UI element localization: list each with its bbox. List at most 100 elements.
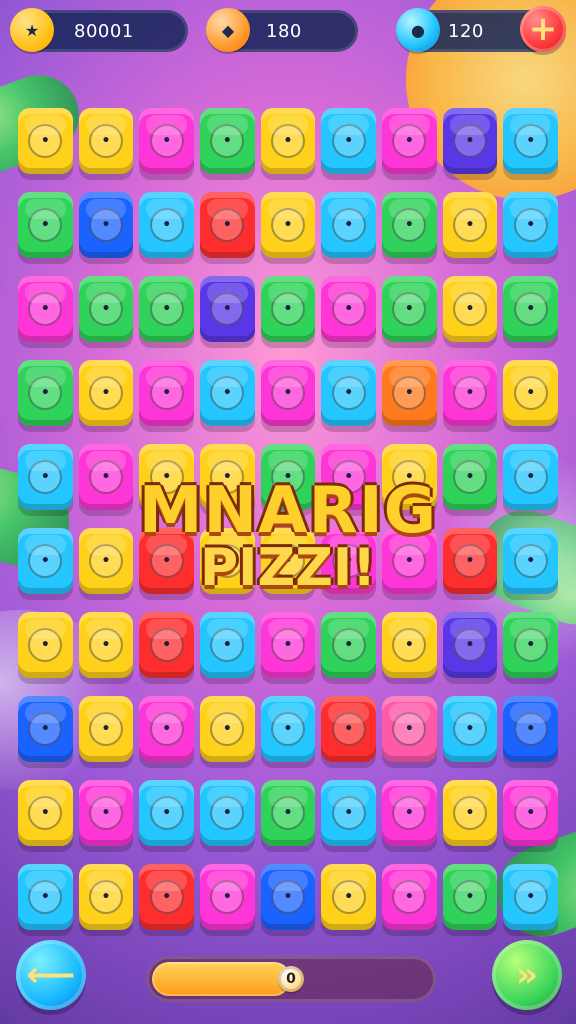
puzzle-tile[interactable]: •	[321, 108, 377, 174]
puzzle-tile[interactable]: •	[78, 444, 134, 510]
tile-face-icon: •	[513, 376, 548, 410]
puzzle-tile[interactable]: •	[18, 360, 73, 426]
puzzle-tile[interactable]: •	[18, 108, 73, 174]
puzzle-tile[interactable]: •	[200, 192, 255, 258]
back-button[interactable]: ⟵	[16, 940, 86, 1010]
puzzle-tile[interactable]: •	[382, 612, 437, 678]
puzzle-tile[interactable]: •	[503, 192, 559, 258]
puzzle-tile[interactable]: •	[260, 444, 316, 510]
tile-face-icon: •	[28, 460, 63, 494]
puzzle-tile[interactable]: •	[503, 108, 559, 174]
add-currency-button[interactable]: +	[520, 6, 566, 52]
puzzle-tile[interactable]: •	[260, 192, 316, 258]
puzzle-tile[interactable]: •	[503, 444, 559, 510]
puzzle-tile[interactable]: •	[260, 108, 316, 174]
puzzle-tile[interactable]: •	[260, 864, 316, 930]
puzzle-tile[interactable]: •	[139, 612, 195, 678]
puzzle-tile[interactable]: •	[18, 780, 73, 846]
puzzle-tile[interactable]: •	[18, 528, 73, 594]
puzzle-tile[interactable]: •	[382, 696, 437, 762]
puzzle-tile[interactable]: •	[442, 696, 498, 762]
puzzle-tile[interactable]: •	[321, 360, 377, 426]
puzzle-tile[interactable]: •	[382, 192, 437, 258]
puzzle-tile[interactable]: •	[503, 864, 559, 930]
puzzle-tile[interactable]: •	[382, 444, 437, 510]
puzzle-tile[interactable]: •	[503, 780, 559, 846]
puzzle-tile[interactable]: •	[78, 528, 134, 594]
puzzle-tile[interactable]: •	[321, 612, 377, 678]
puzzle-tile[interactable]: •	[139, 108, 195, 174]
puzzle-tile[interactable]: •	[260, 612, 316, 678]
fast-forward-button[interactable]: »	[492, 940, 562, 1010]
puzzle-tile[interactable]: •	[321, 276, 377, 342]
puzzle-tile[interactable]: •	[442, 276, 498, 342]
puzzle-tile[interactable]: •	[139, 780, 195, 846]
puzzle-tile[interactable]: •	[442, 864, 498, 930]
puzzle-tile[interactable]: •	[139, 444, 195, 510]
puzzle-tile[interactable]: •	[503, 360, 559, 426]
puzzle-tile[interactable]: •	[442, 612, 498, 678]
puzzle-tile[interactable]: •	[139, 360, 195, 426]
puzzle-tile[interactable]: •	[78, 276, 134, 342]
puzzle-tile[interactable]: •	[260, 780, 316, 846]
puzzle-tile[interactable]: •	[321, 444, 377, 510]
tile-face-icon: •	[392, 460, 427, 494]
puzzle-tile[interactable]: •	[503, 528, 559, 594]
puzzle-tile[interactable]: •	[321, 780, 377, 846]
puzzle-tile[interactable]: •	[321, 696, 377, 762]
puzzle-tile[interactable]: •	[78, 696, 134, 762]
puzzle-tile[interactable]: •	[321, 528, 377, 594]
puzzle-tile[interactable]: •	[18, 612, 73, 678]
puzzle-tile[interactable]: •	[200, 108, 255, 174]
puzzle-tile[interactable]: •	[382, 864, 437, 930]
gems-value: 180	[266, 20, 302, 42]
puzzle-tile[interactable]: •	[78, 864, 134, 930]
puzzle-tile[interactable]: •	[78, 360, 134, 426]
puzzle-tile[interactable]: •	[382, 276, 437, 342]
puzzle-tile[interactable]: •	[18, 696, 73, 762]
puzzle-tile[interactable]: •	[442, 528, 498, 594]
puzzle-tile[interactable]: •	[200, 864, 255, 930]
puzzle-tile[interactable]: •	[200, 696, 255, 762]
puzzle-tile[interactable]: •	[382, 108, 437, 174]
puzzle-tile[interactable]: •	[382, 528, 437, 594]
puzzle-tile[interactable]: •	[382, 780, 437, 846]
puzzle-tile[interactable]: •	[442, 192, 498, 258]
puzzle-tile[interactable]: •	[200, 612, 255, 678]
puzzle-tile[interactable]: •	[503, 276, 559, 342]
puzzle-tile[interactable]: •	[18, 276, 73, 342]
puzzle-tile[interactable]: •	[18, 864, 73, 930]
puzzle-tile[interactable]: •	[442, 444, 498, 510]
puzzle-tile[interactable]: •	[442, 780, 498, 846]
puzzle-tile[interactable]: •	[139, 696, 195, 762]
puzzle-tile[interactable]: •	[139, 276, 195, 342]
puzzle-tile[interactable]: •	[321, 864, 377, 930]
puzzle-tile[interactable]: •	[78, 780, 134, 846]
tile-face-icon: •	[28, 712, 63, 746]
puzzle-tile[interactable]: •	[260, 696, 316, 762]
puzzle-tile[interactable]: •	[200, 360, 255, 426]
puzzle-tile[interactable]: •	[78, 192, 134, 258]
puzzle-tile[interactable]: •	[78, 108, 134, 174]
puzzle-tile[interactable]: •	[260, 528, 316, 594]
puzzle-tile[interactable]: •	[442, 360, 498, 426]
puzzle-tile[interactable]: •	[200, 528, 255, 594]
puzzle-tile[interactable]: •	[200, 444, 255, 510]
puzzle-tile[interactable]: •	[260, 276, 316, 342]
puzzle-tile[interactable]: •	[78, 612, 134, 678]
puzzle-tile[interactable]: •	[382, 360, 437, 426]
puzzle-tile[interactable]: •	[200, 276, 255, 342]
puzzle-tile[interactable]: •	[200, 780, 255, 846]
puzzle-tile[interactable]: •	[139, 864, 195, 930]
puzzle-tile[interactable]: •	[139, 528, 195, 594]
tile-face-icon: •	[453, 796, 488, 830]
puzzle-tile[interactable]: •	[18, 444, 73, 510]
tile-face-icon: •	[331, 628, 366, 662]
puzzle-tile[interactable]: •	[503, 696, 559, 762]
puzzle-tile[interactable]: •	[321, 192, 377, 258]
puzzle-tile[interactable]: •	[442, 108, 498, 174]
puzzle-tile[interactable]: •	[139, 192, 195, 258]
puzzle-tile[interactable]: •	[260, 360, 316, 426]
puzzle-tile[interactable]: •	[18, 192, 73, 258]
puzzle-tile[interactable]: •	[503, 612, 559, 678]
